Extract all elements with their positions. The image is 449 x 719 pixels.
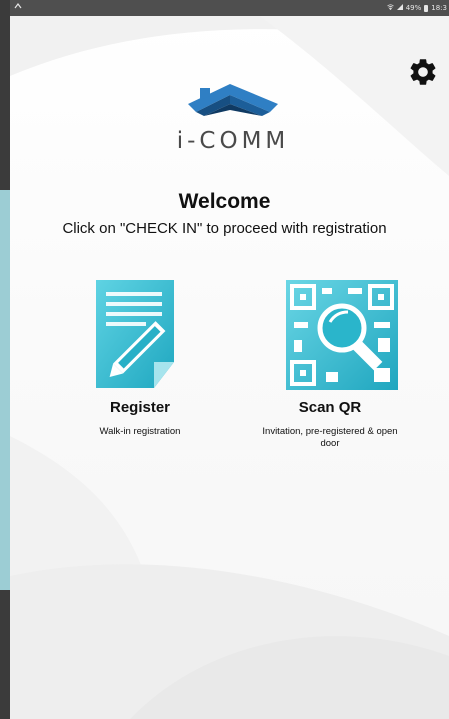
status-indicators: 49% 18:3 (386, 4, 447, 12)
app-logo: i-COMM (170, 82, 296, 162)
left-bezel-accent (0, 190, 10, 590)
register-description: Walk-in registration (99, 426, 181, 437)
scan-qr-icon-container (260, 278, 400, 393)
register-title: Register (109, 399, 171, 416)
notification-icon (14, 3, 22, 9)
status-time: 18:3 (431, 4, 447, 12)
app-content: i-COMM Welcome Click on "CHECK IN" to pr… (10, 16, 449, 719)
status-bar: 49% 18:3 (10, 0, 449, 16)
welcome-subtitle: Click on "CHECK IN" to proceed with regi… (62, 220, 387, 237)
gear-icon (410, 59, 436, 85)
register-icon-container (70, 278, 210, 393)
welcome-title: Welcome (178, 190, 271, 213)
logo-text: i-COMM (176, 128, 290, 154)
battery-percent: 49% (405, 4, 422, 12)
signal-icon (396, 4, 403, 12)
wifi-icon (386, 4, 394, 12)
qr-magnifier-icon (286, 280, 398, 390)
screen: 49% 18:3 i-COMM Welcome Click on "CHECK … (0, 0, 449, 719)
scan-qr-title: Scan QR (298, 399, 362, 416)
register-document-pencil-icon (96, 280, 174, 388)
settings-button[interactable] (407, 56, 439, 88)
register-option[interactable]: Register Walk-in registration (70, 278, 210, 438)
scan-qr-description: Invitation, pre-registered & open door (262, 426, 398, 449)
house-roof-icon (188, 84, 278, 116)
scan-qr-option[interactable]: Scan QR Invitation, pre-registered & ope… (260, 278, 400, 450)
battery-icon (424, 4, 429, 12)
